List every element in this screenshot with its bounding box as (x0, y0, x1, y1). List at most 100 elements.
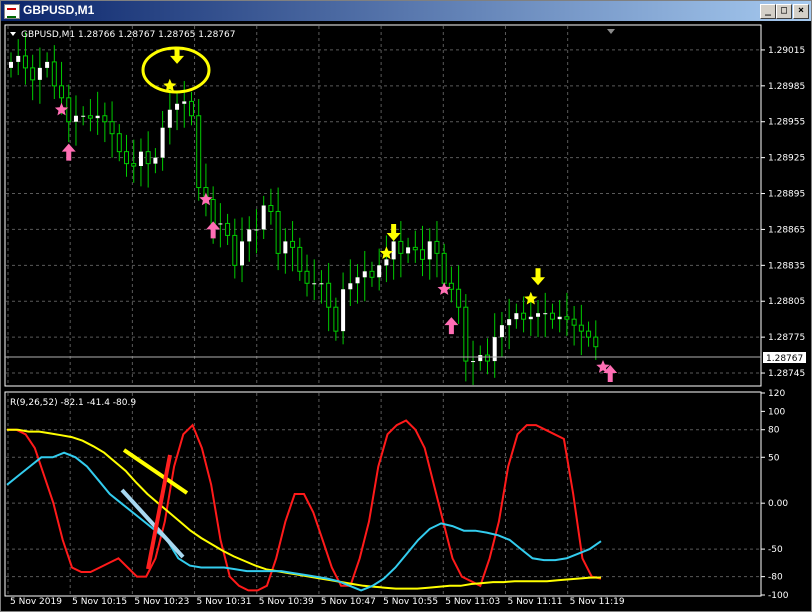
candle-body-bear (564, 316, 570, 320)
buy-star-icon (437, 282, 451, 295)
indicator-panel-header: R(9,26,52) -82.1 -41.4 -80.9 (10, 398, 136, 408)
candle-body-bear (59, 85, 65, 99)
indicator-axis-tick-label: 50 (768, 453, 780, 463)
candle-body-bear (232, 234, 238, 266)
candle-body-bull (218, 223, 223, 225)
candle-body-bear (484, 354, 490, 362)
candle-body-bull (254, 229, 259, 231)
candle-body-bear (521, 312, 527, 320)
x-axis-tick-label: 5 Nov 10:23 (134, 597, 189, 607)
candle-body-bear (66, 97, 72, 123)
price-axis-tick-label: 1.28955 (768, 118, 805, 128)
candle-body-bear (196, 115, 202, 189)
price-panel-frame (4, 24, 762, 387)
indicator-axis-tick-label: 80 (768, 426, 780, 436)
candle-body-bear (102, 115, 108, 123)
candle-body-bull (478, 355, 483, 362)
candle-body-bear (210, 199, 216, 224)
candle-body-bull (160, 127, 165, 158)
x-axis-tick-label: 5 Nov 2019 (10, 597, 62, 607)
hand-drawn-annotations (120, 46, 211, 570)
candle-body-bear (593, 336, 599, 348)
candle-body-bull (261, 205, 266, 230)
candle-body-bull (557, 316, 562, 320)
chart-area[interactable]: 5 Nov 2019 5 Nov 10:15 5 Nov 10:23 5 Nov 10… (1, 22, 811, 611)
candle-body-bull (507, 319, 512, 326)
price-axis-tick-label: 1.28895 (768, 190, 805, 200)
candle-body-bull (16, 55, 21, 62)
candle-body-bear (188, 100, 194, 117)
title-bar[interactable]: GBPUSD,M1 _ □ × (1, 1, 811, 21)
minimize-button[interactable]: _ (760, 4, 776, 19)
candle-body-bear (290, 240, 296, 248)
candle-body-bear (434, 240, 440, 254)
candle-body-bull (362, 271, 367, 278)
candle-body-bull (427, 241, 432, 260)
price-axis-tick-label: 1.28925 (768, 154, 805, 164)
price-axis-tick-label: 1.28865 (768, 225, 805, 235)
candle-body-bull (471, 361, 476, 363)
price-axis-tick-label: 1.28775 (768, 333, 805, 343)
candle-body-bear (304, 270, 310, 284)
chart-window: GBPUSD,M1 _ □ × 5 Nov 2019 5 Nov 10:15 5 N… (0, 0, 812, 612)
price-axis-tick-label: 1.28805 (768, 297, 805, 307)
candle-body-bear (333, 306, 339, 332)
indicator-axis-tick-label: -80 (768, 573, 783, 583)
candle-body-bear (398, 240, 404, 254)
price-panel-header: GBPUSD,M1 1.28766 1.28767 1.28765 1.2876… (21, 30, 235, 40)
indicator-axis-tick-label: -50 (768, 545, 783, 555)
close-button[interactable]: × (793, 4, 809, 19)
candle-body-bear (116, 133, 122, 153)
candle-body-bull (283, 241, 288, 254)
candle-body-bear (109, 121, 115, 135)
indicator-series-line (7, 419, 602, 592)
candle-body-bull (182, 101, 187, 104)
candle-body-bull (240, 241, 245, 266)
x-axis-tick-label: 5 Nov 10:47 (321, 597, 376, 607)
candle-body-bull (514, 313, 519, 320)
chart-shift-marker-icon[interactable] (607, 29, 615, 34)
candle-body-bull (138, 151, 143, 167)
indicator-axis-tick-label: 120 (768, 389, 785, 399)
candle-body-bear (225, 222, 231, 236)
price-axis-tick-label: 1.28745 (768, 369, 805, 379)
candle-body-bull (319, 283, 324, 285)
candle-body-bull (45, 61, 50, 68)
candle-body-bear (297, 246, 303, 272)
price-axis-tick-label: 1.28985 (768, 82, 805, 92)
candle-body-bear (456, 288, 462, 308)
candle-body-bull (536, 313, 541, 317)
x-axis-tick-label: 5 Nov 10:31 (197, 597, 252, 607)
candle-body-bear (586, 330, 592, 338)
indicator-axis-tick-label: 100 (768, 407, 785, 417)
candle-body-bear (420, 249, 426, 260)
indicator-axis-tick-label: -100 (768, 591, 789, 601)
candle-body-bull (73, 115, 78, 122)
candle-body-bull (355, 277, 360, 284)
price-grid (6, 26, 760, 385)
price-axis-tick-label: 1.28835 (768, 261, 805, 271)
x-axis-tick-label: 5 Nov 10:55 (383, 597, 438, 607)
indicator-lines-layer (6, 419, 602, 592)
x-axis-tick-label: 5 Nov 10:39 (259, 597, 314, 607)
candle-body-bear (571, 318, 577, 326)
candle-body-bull (348, 283, 353, 290)
candle-body-bear (30, 67, 36, 81)
maximize-button[interactable]: □ (776, 4, 792, 19)
candle-body-bear (463, 306, 469, 362)
candle-body-bear (448, 282, 454, 290)
candle-body-bear (275, 210, 281, 254)
candle-body-bear (145, 151, 151, 165)
candle-body-bull (153, 157, 158, 164)
sell-arrow-icon (531, 268, 546, 286)
candle-body-bull (312, 283, 317, 285)
candle-body-bull (406, 247, 411, 254)
candle-body-bull (377, 265, 382, 278)
x-axis-tick-label: 5 Nov 10:15 (72, 597, 127, 607)
candle-body-bull (528, 316, 533, 320)
candle-body-bear (578, 324, 584, 332)
candle-body-bull (37, 67, 42, 80)
indicator-grid (6, 393, 760, 595)
dropdown-triangle-icon[interactable] (10, 32, 16, 36)
window-title: GBPUSD,M1 (23, 3, 95, 17)
